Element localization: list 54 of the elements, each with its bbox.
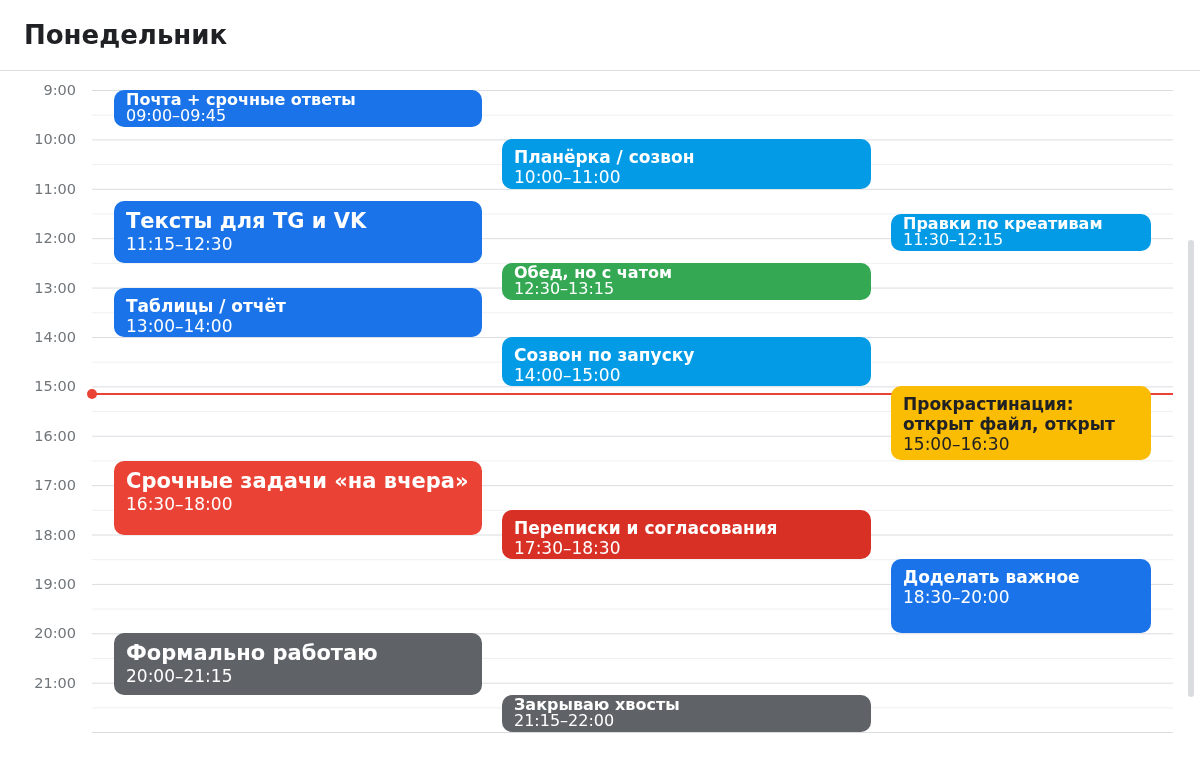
event-title: Доделать важное (903, 567, 1080, 588)
event-time: 15:00–16:30 (903, 434, 1010, 455)
event-title: Тексты для TG и VK (126, 209, 367, 235)
hour-label: 10:00 (34, 131, 76, 148)
hour-label: 16:00 (34, 427, 76, 444)
calendar-event[interactable]: Тексты для TG и VK 11:15–12:30 (114, 201, 482, 263)
calendar-event[interactable]: Обед, но с чатом 12:30–13:15 (502, 262, 871, 300)
calendar-event[interactable]: Срочные задачи «на вчера» 16:30–18:00 (114, 460, 482, 535)
event-title: Правки по креативам (903, 215, 1103, 232)
hour-label: 19:00 (34, 575, 76, 592)
event-time: 14:00–15:00 (514, 365, 621, 385)
event-time: 21:15–22:00 (514, 713, 615, 730)
hour-label: 18:00 (34, 526, 76, 543)
scrollbar-thumb[interactable] (1188, 240, 1194, 697)
calendar-event[interactable]: Переписки и согласования 17:30–18:30 (502, 509, 871, 560)
event-title: Переписки и согласования (514, 517, 778, 538)
event-time: 18:30–20:00 (903, 587, 1010, 608)
day-title: Понедельник (24, 19, 228, 51)
event-time: 11:30–12:15 (903, 231, 1004, 248)
event-time: 12:30–13:15 (514, 280, 615, 297)
hour-label: 11:00 (34, 180, 76, 197)
event-title: Обед, но с чатом (514, 264, 672, 281)
event-time: 10:00–11:00 (514, 167, 621, 188)
event-title: Планёрка / созвон (514, 147, 695, 168)
event-time: 13:00–14:00 (126, 315, 233, 336)
event-title: Срочные задачи «на вчера» (126, 468, 469, 494)
calendar-event[interactable]: Формально работаю 20:00–21:15 (114, 633, 482, 696)
hour-label: 14:00 (34, 328, 76, 345)
calendar-event[interactable]: Таблицы / отчёт 13:00–14:00 (114, 287, 482, 337)
calendar-event[interactable]: Почта + срочные ответы 09:00–09:45 (114, 90, 482, 128)
hour-label: 21:00 (34, 674, 76, 691)
event-title: Созвон по запуску (514, 345, 695, 365)
event-time: 11:15–12:30 (126, 234, 233, 255)
event-time: 17:30–18:30 (514, 537, 621, 558)
hour-label: 15:00 (34, 378, 76, 395)
event-title: Прокрастинация: открыт файл, открыт (903, 394, 1116, 435)
hour-label: 13:00 (34, 279, 76, 296)
event-title: Формально работаю (126, 641, 378, 667)
hour-label: 9:00 (43, 82, 76, 98)
hour-label: 12:00 (34, 230, 76, 247)
hour-label: 20:00 (34, 625, 76, 642)
hour-label: 17:00 (34, 477, 76, 494)
calendar-event[interactable]: Созвон по запуску 14:00–15:00 (502, 337, 871, 387)
event-title: Почта + срочные ответы (126, 92, 356, 108)
calendar-event[interactable]: Правки по креативам 11:30–12:15 (891, 213, 1151, 251)
calendar-event[interactable]: Закрываю хвосты 21:15–22:00 (502, 695, 871, 733)
calendar-event[interactable]: Прокрастинация: открыт файл, открыт 15:00–16:30 (891, 386, 1151, 461)
calendar-event[interactable]: Планёрка / созвон 10:00–11:00 (502, 139, 871, 189)
event-time: 20:00–21:15 (126, 666, 233, 687)
event-title: Таблицы / отчёт (126, 295, 286, 316)
event-time: 16:30–18:00 (126, 493, 233, 514)
calendar-event[interactable]: Доделать важное 18:30–20:00 (891, 559, 1151, 634)
event-title: Закрываю хвосты (514, 697, 680, 714)
event-time: 09:00–09:45 (126, 108, 227, 124)
